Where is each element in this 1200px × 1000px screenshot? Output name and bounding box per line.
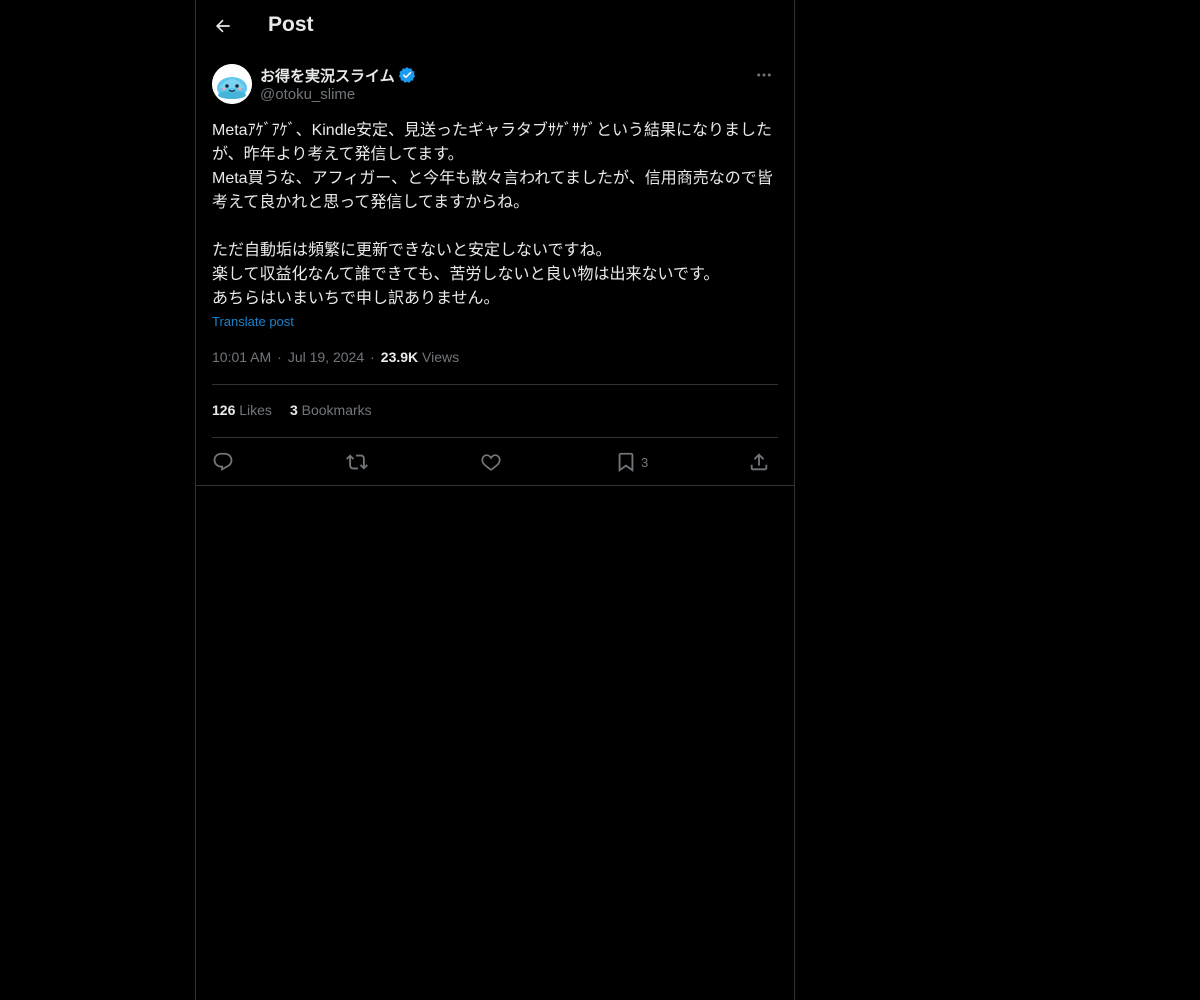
author-handle[interactable]: @otoku_slime [260,86,355,103]
post-metadata: 10:01 AM · Jul 19, 2024 · 23.9K Views [212,349,459,365]
verified-badge-icon [398,67,416,83]
bookmarks-count: 3 [289,402,298,418]
more-options-button[interactable] [750,64,778,86]
post-date[interactable]: Jul 19, 2024 [288,349,364,365]
separator-dot: · [277,349,282,365]
back-button[interactable] [208,11,238,41]
divider [212,384,778,385]
arrow-left-icon [215,19,230,33]
bookmarks-stat[interactable]: 3 Bookmarks [290,402,372,418]
like-button[interactable] [480,449,502,475]
slime-avatar-icon [212,64,252,104]
views-count: 23.9K [380,349,419,365]
action-bar: 3 [212,447,778,477]
bookmarks-label: Bookmarks [301,402,372,418]
heart-icon [481,454,501,471]
bookmark-count: 3 [641,454,649,470]
post-stats: 126 Likes 3 Bookmarks [212,402,372,418]
author-display-name[interactable]: お得を実況スライム [260,65,395,86]
likes-stat[interactable]: 126 Likes [212,402,272,418]
share-icon [750,453,768,471]
reply-button[interactable] [212,449,234,475]
bookmark-icon [618,452,634,473]
translate-post-link[interactable]: Translate post [212,314,294,329]
repost-icon [346,454,368,470]
divider [212,437,778,438]
bookmark-button[interactable]: 3 [615,449,648,475]
post-bottom-border [196,485,794,486]
separator-dot: · [370,349,375,365]
avatar[interactable] [212,64,252,104]
repost-button[interactable] [346,449,368,475]
likes-label: Likes [239,402,272,418]
likes-count: 126 [212,402,236,418]
views-label: Views [422,349,460,365]
author-row: お得を実況スライム @otoku_slime [212,64,778,106]
share-button[interactable] [748,449,770,475]
post-time[interactable]: 10:01 AM [212,349,271,365]
top-bar: Post [196,0,794,53]
page-title: Post [268,13,314,36]
post-text: Metaｱｹﾞｱｹﾞ、Kindle安定、見送ったギャラタブｻｹﾞｻｹﾞという結果… [212,122,773,307]
post-column: Post お得を実況スライム @otoku_slime Metaｱｹﾞｱｹﾞ、K… [195,0,795,1000]
reply-icon [213,452,233,471]
more-horizontal-icon [757,73,771,77]
